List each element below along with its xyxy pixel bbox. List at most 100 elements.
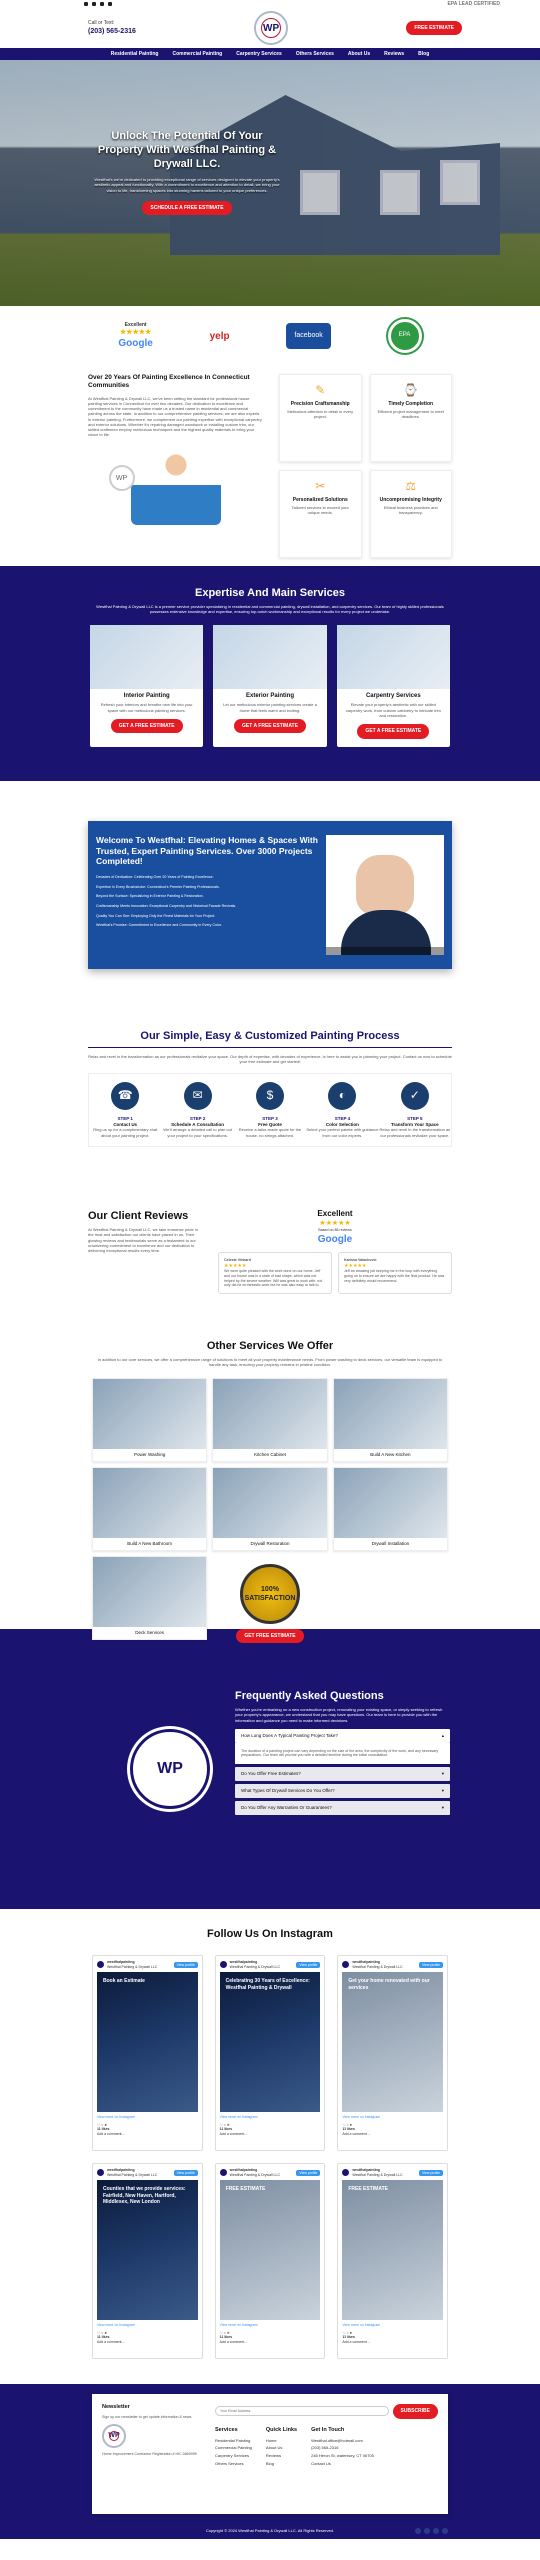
facebook-badge[interactable]: facebook xyxy=(286,323,331,349)
company-logo[interactable]: WP xyxy=(254,11,289,45)
view-profile-button[interactable]: View profile xyxy=(296,1961,321,1969)
heart-icon[interactable]: ♡ ○ ➤ xyxy=(97,2123,198,2128)
service-label: Drywall Restoration xyxy=(250,1540,290,1546)
comment-input[interactable]: Add a comment... xyxy=(97,2132,198,2137)
yelp-badge[interactable]: yelp xyxy=(210,330,230,343)
nav-commercial-painting[interactable]: Commercial Painting xyxy=(173,51,223,58)
service-tile[interactable]: Build A New Bathroom xyxy=(92,1466,208,1551)
subscribe-button[interactable]: SUBSCRIBE xyxy=(392,2404,438,2419)
schedule-estimate-button[interactable]: SCHEDULE A FREE ESTIMATE xyxy=(142,200,232,216)
footer-link[interactable]: About Us xyxy=(266,2445,297,2450)
nav-carpentry-services[interactable]: Carpentry Services xyxy=(236,51,282,58)
intro-video[interactable] xyxy=(326,835,444,955)
service-tile[interactable]: Kitchen Cabinet xyxy=(212,1377,328,1462)
view-more-link[interactable]: View more on Instagram xyxy=(342,2115,443,2120)
instagram-post[interactable]: westfhalpainting Westfhal Painting & Dryw… xyxy=(214,1955,326,2152)
service-tile[interactable]: Drywall Installation xyxy=(332,1466,448,1551)
comment-input[interactable]: Add a comment... xyxy=(342,2132,443,2137)
yelp-icon[interactable] xyxy=(433,2528,439,2534)
service-tile[interactable]: Deck Services xyxy=(92,1555,208,1640)
footer-link[interactable]: Commercial Painting xyxy=(215,2445,252,2450)
card-title: Carpentry Services xyxy=(365,692,421,699)
instagram-post[interactable]: westfhalpainting Westfhal Painting & Dryw… xyxy=(92,2163,203,2360)
estimate-button[interactable]: GET A FREE ESTIMATE xyxy=(110,718,183,734)
instagram-post[interactable]: westfhalpainting Westfhal Painting & Dryw… xyxy=(337,1955,448,2152)
nav-residential-painting[interactable]: Residential Painting xyxy=(111,51,159,58)
faq-question[interactable]: Do You Offer Free Estimates? ▾ xyxy=(235,1767,450,1781)
comment-input[interactable]: Add a comment... xyxy=(220,2340,321,2345)
view-profile-button[interactable]: View profile xyxy=(173,1961,198,1969)
comment-input[interactable]: Add a comment... xyxy=(97,2340,198,2345)
view-profile-button[interactable]: View profile xyxy=(418,1961,443,1969)
satisfaction-seal: 100% SATISFACTION xyxy=(239,1563,300,1624)
review-card[interactable]: Karissa Valachovic ★★★★★ Jeff an amazing j… xyxy=(338,1252,452,1295)
account-subtitle: Westfhal Painting & Drywall LLC xyxy=(229,1964,280,1969)
footer-link[interactable]: Reviews xyxy=(266,2453,297,2458)
heart-icon[interactable]: ♡ ○ ➤ xyxy=(220,2331,321,2336)
nav-others-services[interactable]: Others Services xyxy=(296,51,334,58)
heart-icon[interactable]: ♡ ○ ➤ xyxy=(342,2123,443,2128)
footer-contact-link[interactable]: Contact Us xyxy=(311,2461,374,2466)
instagram-icon[interactable] xyxy=(424,2528,430,2534)
free-estimate-button[interactable]: FREE ESTIMATE xyxy=(406,20,462,36)
service-tile[interactable]: Drywall Restoration xyxy=(212,1466,328,1551)
video-controls[interactable] xyxy=(326,947,444,955)
account-name: westfhalpainting xyxy=(229,1960,258,1965)
footer-link[interactable]: Carpentry Services xyxy=(215,2453,252,2458)
facebook-icon[interactable] xyxy=(415,2528,421,2534)
footer-link[interactable]: Residential Painting xyxy=(215,2438,252,2443)
view-profile-button[interactable]: View profile xyxy=(296,2169,321,2177)
view-more-link[interactable]: View more on Instagram xyxy=(97,2115,198,2120)
footer-email[interactable]: Westfhal.office@hotmail.com xyxy=(311,2438,374,2443)
process-section: Our Simple, Easy & Customized Painting P… xyxy=(0,1019,540,1189)
instagram-post[interactable]: westfhalpainting Westfhal Painting & Dryw… xyxy=(92,1955,203,2152)
service-label: Build A New Kitchen xyxy=(370,1451,411,1457)
phone-link[interactable]: (203) 565-2316 xyxy=(88,27,136,36)
view-profile-button[interactable]: View profile xyxy=(173,2169,198,2177)
instagram-icon[interactable] xyxy=(92,2,96,6)
avatar xyxy=(342,1961,350,1969)
heart-icon[interactable]: ♡ ○ ➤ xyxy=(342,2331,443,2336)
view-more-link[interactable]: View more on Instagram xyxy=(220,2115,321,2120)
review-card[interactable]: Celeste Vinkard ★★★★★ We were quite please… xyxy=(218,1252,332,1295)
comment-input[interactable]: Add a comment... xyxy=(220,2132,321,2137)
faq-question-open[interactable]: How Long Does A Typical Painting Project… xyxy=(235,1728,450,1743)
view-more-link[interactable]: View more on Instagram xyxy=(97,2323,198,2328)
faq-question[interactable]: What Types Of Drywall Services Do You Of… xyxy=(235,1783,450,1798)
footer-phone[interactable]: (203) 565-2316 xyxy=(311,2445,374,2450)
heart-icon[interactable]: ♡ ○ ➤ xyxy=(97,2331,198,2336)
view-profile-button[interactable]: View profile xyxy=(418,2169,443,2177)
instagram-post[interactable]: westfhalpainting Westfhal Painting & Dryw… xyxy=(337,2163,448,2360)
expertise-text: Westfhal Painting & Drywall LLC is a pre… xyxy=(96,604,444,615)
heart-icon[interactable]: ♡ ○ ➤ xyxy=(220,2123,321,2128)
comment-input[interactable]: Add a comment... xyxy=(342,2340,443,2345)
view-more-link[interactable]: View more on Instagram xyxy=(220,2323,321,2328)
account-subtitle: Westfhal Painting & Drywall LLC xyxy=(229,2172,280,2177)
reviews-section: Our Client Reviews At Westfhal Painting … xyxy=(0,1189,540,1329)
step-text: Select your perfect palette with guidanc… xyxy=(306,1127,379,1138)
footer-link[interactable]: Others Services xyxy=(215,2461,252,2466)
nav-about-us[interactable]: About Us xyxy=(348,51,370,58)
brush-icon: ✎ xyxy=(315,383,326,397)
estimate-button[interactable]: GET A FREE ESTIMATE xyxy=(234,718,306,734)
instagram-post[interactable]: westfhalpainting Westfhal Painting & Dryw… xyxy=(214,2163,326,2360)
phone-icon[interactable] xyxy=(100,2,104,6)
email-input[interactable] xyxy=(215,2406,389,2417)
footer-link[interactable]: Home xyxy=(266,2438,297,2443)
expertise-title: Expertise And Main Services xyxy=(195,587,345,599)
faq-question[interactable]: Do You Offer Any Warranties Or Guarantee… xyxy=(235,1800,450,1815)
footer-link[interactable]: Blog xyxy=(266,2461,297,2466)
clock-icon: ⌚ xyxy=(403,383,419,397)
service-tile[interactable]: Power Washing xyxy=(92,1377,208,1462)
footer-address: 246 Heron St, waterbury, CT 06705 xyxy=(311,2453,374,2459)
email-icon[interactable] xyxy=(108,2,112,6)
google-icon[interactable] xyxy=(442,2528,448,2534)
facebook-icon[interactable] xyxy=(84,2,88,6)
view-more-link[interactable]: View more on Instagram xyxy=(342,2323,443,2328)
get-free-estimate-button[interactable]: GET FREE ESTIMATE xyxy=(236,1628,304,1644)
nav-reviews[interactable]: Reviews xyxy=(384,51,404,58)
service-tile[interactable]: Build A New Kitchen xyxy=(332,1377,448,1462)
service-image xyxy=(333,1378,447,1449)
nav-blog[interactable]: Blog xyxy=(418,51,429,58)
estimate-button[interactable]: GET A FREE ESTIMATE xyxy=(357,724,430,739)
